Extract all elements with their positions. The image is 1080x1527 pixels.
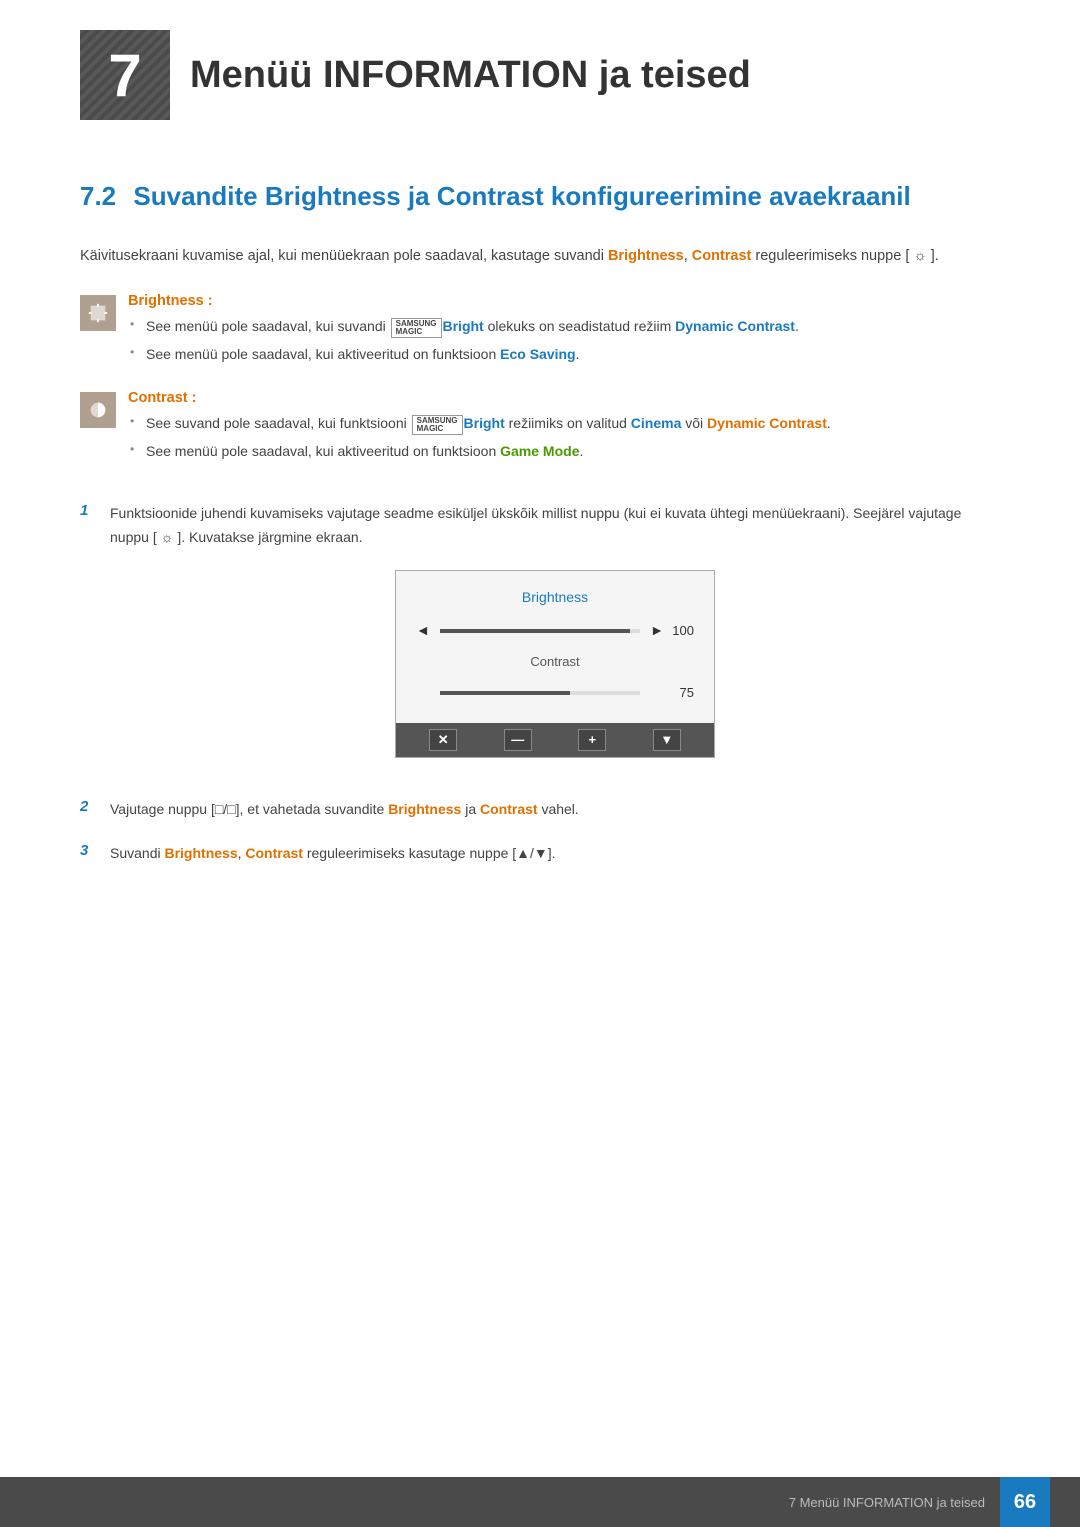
brightness-menu-title: Brightness (416, 586, 694, 610)
monitor-diagram: Brightness ◄ ► 100 Contrast ◄ (395, 570, 715, 758)
step-2: 2 Vajutage nuppu [□/□], et vahetada suva… (80, 798, 1000, 822)
arrow-left-icon: ◄ (416, 619, 430, 643)
intro-text: Käivitusekraani kuvamise ajal, kui menüü… (80, 244, 1000, 269)
monitor-controls: ✕ — + ▼ (396, 723, 714, 757)
contrast-value: 75 (664, 682, 694, 704)
samsung-magic-badge-2: SAMSUNG MAGIC (412, 415, 463, 435)
ctrl-x-button: ✕ (429, 729, 457, 751)
brightness-bullet-1: See menüü pole saadaval, kui suvandi SAM… (128, 315, 1000, 337)
section-title: 7.2 Suvandite Brightness ja Contrast kon… (80, 180, 1000, 214)
contrast-slider (440, 691, 640, 695)
brightness-bullet-2: See menüü pole saadaval, kui aktiveeritu… (128, 343, 1000, 365)
contrast-content: Contrast : See suvand pole saadaval, kui… (128, 390, 1000, 467)
brightness-bullets: See menüü pole saadaval, kui suvandi SAM… (128, 315, 1000, 365)
brightness-icon-box (80, 295, 116, 331)
contrast-block: Contrast : See suvand pole saadaval, kui… (80, 390, 1000, 467)
brightness-block: Brightness : See menüü pole saadaval, ku… (80, 293, 1000, 370)
page-footer: 7 Menüü INFORMATION ja teised 66 (0, 1477, 1080, 1527)
contrast-slider-fill (440, 691, 570, 695)
brightness-value: 100 (664, 620, 694, 642)
brightness-row: ◄ ► 100 (416, 619, 694, 643)
monitor-menu-area: Brightness ◄ ► 100 Contrast ◄ (396, 571, 714, 723)
footer-text: 7 Menüü INFORMATION ja teised (789, 1495, 985, 1510)
chapter-number: 7 (80, 30, 170, 120)
footer-page-number: 66 (1000, 1477, 1050, 1527)
brightness-slider-fill (440, 629, 630, 633)
contrast-menu-title: Contrast (416, 651, 694, 673)
contrast-icon (87, 399, 109, 421)
brightness-label: Brightness : (128, 293, 1000, 309)
chapter-title: Menüü INFORMATION ja teised (190, 54, 751, 97)
arrow-right-icon: ► (650, 619, 664, 643)
step-3-content: Suvandi Brightness, Contrast reguleerimi… (110, 842, 1000, 866)
chapter-header: 7 Menüü INFORMATION ja teised (80, 0, 1000, 120)
contrast-icon-box (80, 392, 116, 428)
contrast-bullet-1: See suvand pole saadaval, kui funktsioon… (128, 412, 1000, 434)
ctrl-down-button: ▼ (653, 729, 681, 751)
brightness-slider (440, 629, 640, 633)
contrast-row: ◄ ► 75 (416, 681, 694, 705)
brightness-icon (87, 302, 109, 324)
step-2-content: Vajutage nuppu [□/□], et vahetada suvand… (110, 798, 1000, 822)
brightness-content: Brightness : See menüü pole saadaval, ku… (128, 293, 1000, 370)
samsung-magic-badge-1: SAMSUNG MAGIC (391, 318, 442, 338)
step-1: 1 Funktsioonide juhendi kuvamiseks vajut… (80, 502, 1000, 778)
ctrl-plus-button: + (578, 729, 606, 751)
contrast-bullets: See suvand pole saadaval, kui funktsioon… (128, 412, 1000, 462)
contrast-bullet-2: See menüü pole saadaval, kui aktiveeritu… (128, 440, 1000, 462)
step-3: 3 Suvandi Brightness, Contrast reguleeri… (80, 842, 1000, 866)
contrast-label: Contrast : (128, 390, 1000, 406)
step-1-content: Funktsioonide juhendi kuvamiseks vajutag… (110, 502, 1000, 778)
ctrl-minus-button: — (504, 729, 532, 751)
